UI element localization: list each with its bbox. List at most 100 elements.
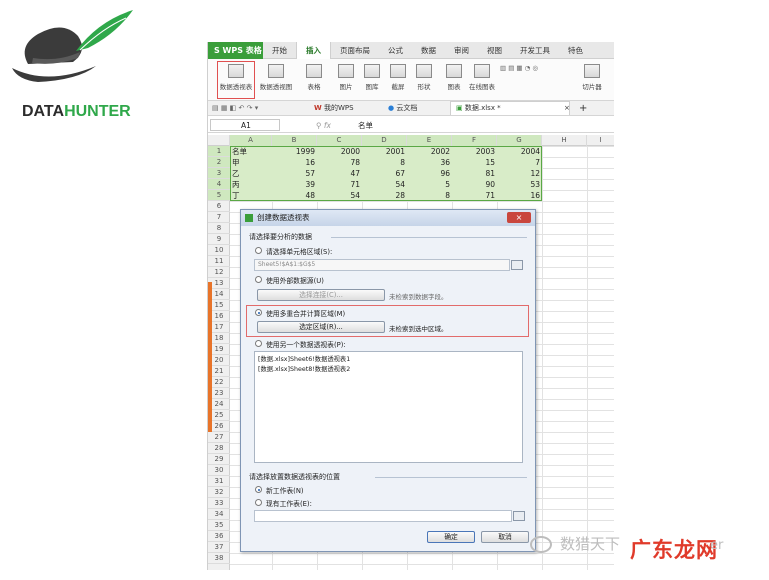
table-cell[interactable]: 名单 bbox=[232, 146, 270, 157]
tab-review[interactable]: 审阅 bbox=[445, 42, 478, 59]
table-cell[interactable]: 乙 bbox=[232, 168, 270, 179]
row-header[interactable]: 7 bbox=[208, 212, 230, 223]
table-cell[interactable]: 71 bbox=[454, 190, 495, 201]
column-header-g[interactable]: G bbox=[497, 135, 542, 146]
range-picker-icon[interactable] bbox=[511, 260, 523, 270]
row-header[interactable]: 32 bbox=[208, 487, 230, 498]
row-header[interactable]: 9 bbox=[208, 234, 230, 245]
list-item[interactable]: [数据.xlsx]Sheet8!数据透视表2 bbox=[258, 364, 350, 373]
location-picker-icon[interactable] bbox=[513, 511, 525, 521]
wps-menu-button[interactable]: S WPS 表格 bbox=[208, 42, 263, 59]
radio-another-pivot[interactable] bbox=[255, 340, 262, 347]
table-cell[interactable]: 2001 bbox=[364, 146, 405, 157]
existing-sheet-input[interactable] bbox=[254, 510, 512, 522]
slicer-button[interactable]: 切片器 bbox=[574, 62, 610, 98]
table-cell[interactable]: 5 bbox=[409, 179, 450, 190]
table-cell[interactable]: 71 bbox=[319, 179, 360, 190]
pivot-table-list[interactable]: [数据.xlsx]Sheet6!数据透视表1 [数据.xlsx]Sheet8!数… bbox=[254, 351, 523, 463]
row-header[interactable]: 34 bbox=[208, 509, 230, 520]
table-cell[interactable]: 2002 bbox=[409, 146, 450, 157]
row-header[interactable]: 10 bbox=[208, 245, 230, 256]
table-button[interactable]: 表格 bbox=[296, 62, 332, 98]
table-cell[interactable]: 丁 bbox=[232, 190, 270, 201]
table-cell[interactable]: 8 bbox=[364, 157, 405, 168]
tab-home[interactable]: 开始 bbox=[263, 42, 296, 59]
close-button[interactable]: × bbox=[507, 212, 531, 223]
tab-page-layout[interactable]: 页面布局 bbox=[331, 42, 379, 59]
row-header[interactable]: 29 bbox=[208, 454, 230, 465]
fx-icon[interactable]: ⚲ fx bbox=[316, 118, 331, 133]
cancel-button[interactable]: 取消 bbox=[481, 531, 529, 543]
table-cell[interactable]: 90 bbox=[454, 179, 495, 190]
table-cell[interactable]: 54 bbox=[319, 190, 360, 201]
row-header[interactable]: 27 bbox=[208, 432, 230, 443]
row-header[interactable]: 1 bbox=[208, 146, 230, 157]
row-header[interactable]: 5 bbox=[208, 190, 230, 201]
pivot-chart-button[interactable]: 数据透视图 bbox=[258, 62, 294, 98]
tab-insert[interactable]: 插入 bbox=[296, 42, 331, 59]
table-cell[interactable]: 36 bbox=[409, 157, 450, 168]
radio-external-source[interactable] bbox=[255, 276, 262, 283]
list-item[interactable]: [数据.xlsx]Sheet6!数据透视表1 bbox=[258, 354, 350, 363]
tab-document[interactable]: ▣ 数据.xlsx * bbox=[450, 101, 570, 115]
table-cell[interactable]: 39 bbox=[274, 179, 315, 190]
column-header-a[interactable]: A bbox=[230, 135, 272, 146]
formula-input[interactable]: 名单 bbox=[358, 118, 373, 133]
table-cell[interactable]: 67 bbox=[364, 168, 405, 179]
row-header[interactable]: 3 bbox=[208, 168, 230, 179]
tab-cloud-docs[interactable]: ● 云文档 bbox=[388, 101, 417, 116]
table-cell[interactable]: 57 bbox=[274, 168, 315, 179]
column-header-c[interactable]: C bbox=[317, 135, 362, 146]
table-cell[interactable]: 81 bbox=[454, 168, 495, 179]
table-cell[interactable]: 78 bbox=[319, 157, 360, 168]
row-header[interactable]: 38 bbox=[208, 553, 230, 564]
radio-new-sheet[interactable] bbox=[255, 486, 262, 493]
row-header[interactable]: 6 bbox=[208, 201, 230, 212]
row-header[interactable]: 4 bbox=[208, 179, 230, 190]
row-header[interactable]: 11 bbox=[208, 256, 230, 267]
table-cell[interactable]: 96 bbox=[409, 168, 450, 179]
row-header[interactable]: 37 bbox=[208, 542, 230, 553]
row-header[interactable]: 12 bbox=[208, 267, 230, 278]
ok-button[interactable]: 确定 bbox=[427, 531, 475, 543]
row-header[interactable]: 36 bbox=[208, 531, 230, 542]
tab-formulas[interactable]: 公式 bbox=[379, 42, 412, 59]
row-header[interactable]: 33 bbox=[208, 498, 230, 509]
table-cell[interactable]: 15 bbox=[454, 157, 495, 168]
new-tab-icon[interactable]: + bbox=[579, 101, 587, 116]
column-header-e[interactable]: E bbox=[407, 135, 452, 146]
cell-range-input[interactable]: Sheet5!$A$1:$G$5 bbox=[254, 259, 510, 271]
table-cell[interactable]: 28 bbox=[364, 190, 405, 201]
close-tab-icon[interactable]: × bbox=[564, 101, 570, 116]
table-cell[interactable]: 8 bbox=[409, 190, 450, 201]
small-chart-icons[interactable]: ▥ ▤ ▦ ◔ ◎ bbox=[500, 64, 538, 72]
table-cell[interactable]: 2000 bbox=[319, 146, 360, 157]
table-cell[interactable]: 2003 bbox=[454, 146, 495, 157]
tab-developer[interactable]: 开发工具 bbox=[511, 42, 559, 59]
column-header-i[interactable]: I bbox=[587, 135, 614, 146]
name-box[interactable]: A1 bbox=[210, 119, 280, 131]
online-chart-button[interactable]: 在线图表 bbox=[464, 62, 500, 98]
row-header[interactable]: 31 bbox=[208, 476, 230, 487]
column-header-b[interactable]: B bbox=[272, 135, 317, 146]
row-header[interactable]: 2 bbox=[208, 157, 230, 168]
column-header-f[interactable]: F bbox=[452, 135, 497, 146]
table-cell[interactable]: 47 bbox=[319, 168, 360, 179]
table-cell[interactable]: 2004 bbox=[499, 146, 540, 157]
table-cell[interactable]: 48 bbox=[274, 190, 315, 201]
choose-region-button[interactable]: 选定区域(R)... bbox=[257, 321, 385, 333]
table-cell[interactable]: 53 bbox=[499, 179, 540, 190]
tab-data[interactable]: 数据 bbox=[412, 42, 445, 59]
tab-view[interactable]: 视图 bbox=[478, 42, 511, 59]
table-cell[interactable]: 7 bbox=[499, 157, 540, 168]
dialog-title-bar[interactable]: 创建数据透视表 × bbox=[241, 210, 535, 226]
table-cell[interactable]: 1999 bbox=[274, 146, 315, 157]
row-header[interactable]: 30 bbox=[208, 465, 230, 476]
column-header-h[interactable]: H bbox=[542, 135, 587, 146]
radio-multi-consolidation[interactable] bbox=[255, 309, 262, 316]
table-cell[interactable]: 丙 bbox=[232, 179, 270, 190]
pivot-table-button[interactable]: 数据透视表 bbox=[217, 61, 255, 99]
row-header[interactable]: 28 bbox=[208, 443, 230, 454]
table-cell[interactable]: 12 bbox=[499, 168, 540, 179]
select-all-corner[interactable] bbox=[208, 135, 230, 146]
